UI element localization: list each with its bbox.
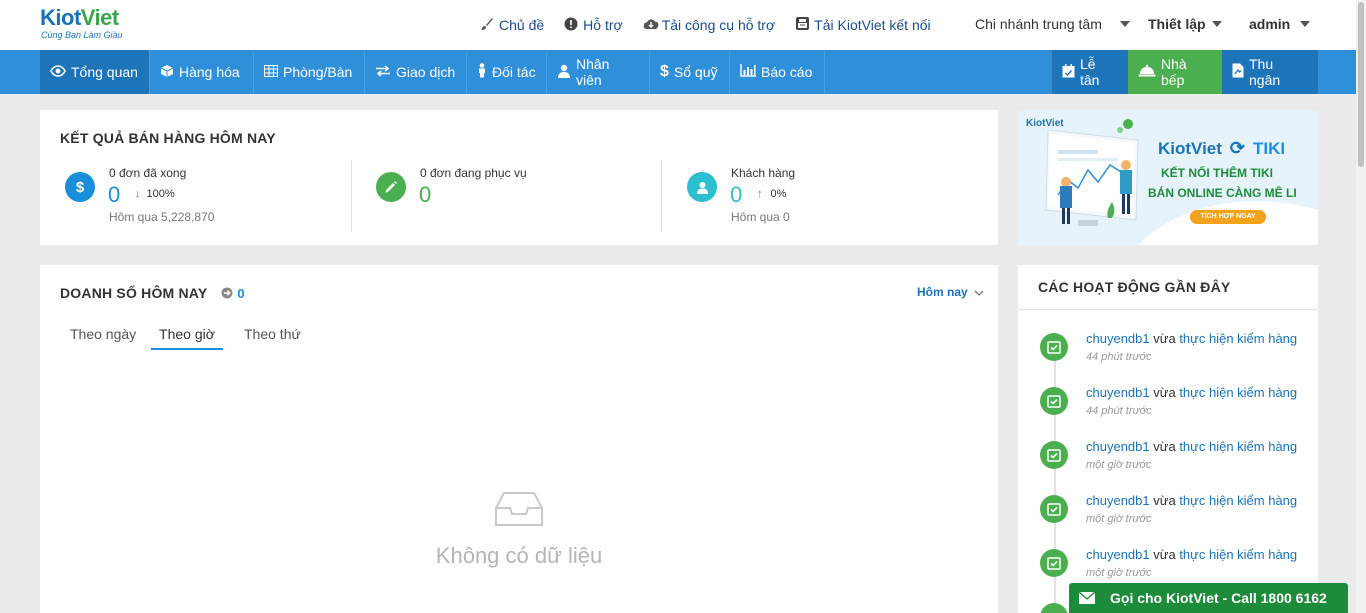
- logo-tagline: Cùng Bạn Làm Giàu: [41, 30, 123, 40]
- exchange-icon: [375, 64, 391, 80]
- top-header: KiotViet Cùng Bạn Làm Giàu Chủ đề Hỗ trợ…: [0, 0, 1356, 50]
- arrow-up-icon: ↑: [757, 188, 763, 200]
- eye-icon: [50, 64, 66, 80]
- divider: [661, 160, 662, 232]
- tiki-promo-banner[interactable]: KiotViet KiotViet ⟳ TIKI KẾT NỐI THÊM TI…: [1018, 110, 1318, 245]
- activity-action-link[interactable]: thực hiện kiểm hàng: [1179, 439, 1297, 454]
- divider: [1018, 309, 1318, 310]
- cloche-icon: [1138, 64, 1156, 80]
- nav-cashier[interactable]: Thu ngân: [1222, 50, 1318, 94]
- activity-item: chuyendb1 vừa thực hiện kiểm hàng một gi…: [1040, 433, 1318, 487]
- period-selector[interactable]: Hôm nay: [917, 285, 984, 299]
- checked-calendar-icon: [1040, 441, 1068, 469]
- kiotviet-logo[interactable]: KiotViet Cùng Bạn Làm Giàu: [40, 7, 123, 41]
- revenue-card: DOANH SỐ HÔM NAY 0 Hôm nay Theo ngày The…: [40, 265, 998, 613]
- person-icon: [477, 63, 487, 81]
- activity-action-link[interactable]: thực hiện kiểm hàng: [1179, 493, 1297, 508]
- pencil-icon: [376, 172, 406, 202]
- nav-overview[interactable]: Tổng quan: [40, 50, 150, 94]
- banner-small-logo: KiotViet: [1026, 118, 1064, 129]
- settings-menu[interactable]: Thiết lập: [1148, 16, 1222, 32]
- stat-customers: Khách hàng 0 ↑ 0% Hôm qua 0: [687, 160, 977, 232]
- nav-rooms-tables[interactable]: Phòng/Bàn: [254, 50, 365, 94]
- tab-by-day[interactable]: Theo ngày: [70, 326, 136, 348]
- checked-calendar-icon: [1040, 387, 1068, 415]
- checked-calendar-icon: [1040, 603, 1068, 613]
- banner-brands: KiotViet ⟳ TIKI: [1158, 138, 1286, 158]
- activities-title: CÁC HOẠT ĐỘNG GẦN ĐÂY: [1038, 279, 1231, 295]
- nav-staff[interactable]: Nhân viên: [547, 50, 650, 94]
- support-link[interactable]: Hỗ trợ: [564, 16, 623, 34]
- activity-action-link[interactable]: thực hiện kiểm hàng: [1179, 547, 1297, 562]
- envelope-icon: [1079, 592, 1095, 604]
- cloud-download-icon: [643, 17, 659, 34]
- revenue-count: 0: [237, 285, 245, 301]
- empty-state-text: Không có dữ liệu: [435, 543, 603, 568]
- branch-selector[interactable]: Chi nhánh trung tâm: [975, 16, 1130, 32]
- dollar-icon: $: [660, 63, 669, 80]
- activity-user-link[interactable]: chuyendb1: [1086, 331, 1150, 346]
- sync-icon: ⟳: [1229, 138, 1246, 158]
- stat-completed-orders: $ 0 đơn đã xong 0 ↓ 100% Hôm qua 5,228,87…: [65, 160, 355, 232]
- bar-chart-icon: [740, 64, 756, 80]
- calendar-icon: [1062, 63, 1075, 81]
- chevron-down-icon: [1119, 21, 1130, 27]
- sales-today-card: KẾT QUẢ BÁN HÀNG HÔM NAY $ 0 đơn đã xong…: [40, 110, 998, 245]
- tab-by-weekday[interactable]: Theo thứ: [244, 326, 301, 348]
- brush-icon: [480, 17, 494, 34]
- activity-action-link[interactable]: thực hiện kiểm hàng: [1179, 331, 1297, 346]
- checked-calendar-icon: [1040, 495, 1068, 523]
- info-icon: [564, 17, 578, 34]
- call-kiotviet-button[interactable]: Gọi cho KiotViet - Call 1800 6162: [1069, 583, 1348, 613]
- arrow-circle-icon[interactable]: [221, 287, 233, 299]
- activity-action-link[interactable]: thực hiện kiểm hàng: [1179, 385, 1297, 400]
- activity-item: chuyendb1 vừa thực hiện kiểm hàng một gi…: [1040, 487, 1318, 541]
- cube-icon: [160, 64, 174, 81]
- nav-reception[interactable]: Lễ tân: [1052, 50, 1128, 94]
- arrow-down-icon: ↓: [135, 188, 141, 200]
- sales-today-title: KẾT QUẢ BÁN HÀNG HÔM NAY: [60, 130, 276, 146]
- recent-activities-card: CÁC HOẠT ĐỘNG GẦN ĐÂY chuyendb1 vừa thực…: [1018, 265, 1318, 613]
- revenue-title: DOANH SỐ HÔM NAY: [60, 285, 208, 301]
- dollar-icon: $: [65, 172, 95, 202]
- activity-item: chuyendb1 vừa thực hiện kiểm hàng 44 phú…: [1040, 379, 1318, 433]
- nav-reports[interactable]: Báo cáo: [730, 50, 825, 94]
- chevron-down-icon: [1300, 21, 1311, 27]
- activity-user-link[interactable]: chuyendb1: [1086, 385, 1150, 400]
- page-scrollbar[interactable]: [1356, 0, 1366, 613]
- nav-partners[interactable]: Đối tác: [467, 50, 547, 94]
- activity-user-link[interactable]: chuyendb1: [1086, 493, 1150, 508]
- theme-link[interactable]: Chủ đề: [480, 16, 544, 34]
- download-tools-link[interactable]: Tải công cụ hỗ trợ: [643, 16, 775, 34]
- table-icon: [264, 64, 278, 80]
- scrollbar-thumb[interactable]: [1358, 2, 1364, 167]
- nav-cashbook[interactable]: $ Sổ quỹ: [650, 50, 730, 94]
- chevron-down-icon: [974, 285, 984, 299]
- nav-products[interactable]: Hàng hóa: [150, 50, 254, 94]
- user-icon: [687, 172, 717, 202]
- printer-icon: [795, 16, 810, 34]
- empty-inbox-icon: [494, 491, 544, 530]
- download-connect-link[interactable]: Tải KiotViet kết nối: [795, 16, 931, 34]
- activity-item: chuyendb1 vừa thực hiện kiểm hàng 44 phú…: [1040, 325, 1318, 379]
- stat-serving-orders: 0 đơn đang phục vụ 0: [376, 160, 666, 232]
- main-nav: Tổng quan Hàng hóa Phòng/Bàn Giao dịch Đ…: [0, 50, 1356, 94]
- nav-kitchen[interactable]: Nhà bếp: [1128, 50, 1222, 94]
- cashier-icon: [1232, 63, 1244, 81]
- banner-cta-button[interactable]: TÍCH HỢP NGAY: [1190, 210, 1266, 224]
- nav-transactions[interactable]: Giao dịch: [365, 50, 467, 94]
- staff-icon: [557, 64, 571, 81]
- checked-calendar-icon: [1040, 549, 1068, 577]
- user-menu[interactable]: admin: [1249, 16, 1311, 32]
- activity-user-link[interactable]: chuyendb1: [1086, 439, 1150, 454]
- tab-by-hour[interactable]: Theo giờ: [151, 326, 223, 350]
- top-links: Chủ đề Hỗ trợ Tải công cụ hỗ trợ Tải Kio…: [480, 16, 951, 34]
- chevron-down-icon: [1211, 21, 1222, 27]
- activity-user-link[interactable]: chuyendb1: [1086, 547, 1150, 562]
- divider: [351, 160, 352, 232]
- checked-calendar-icon: [1040, 333, 1068, 361]
